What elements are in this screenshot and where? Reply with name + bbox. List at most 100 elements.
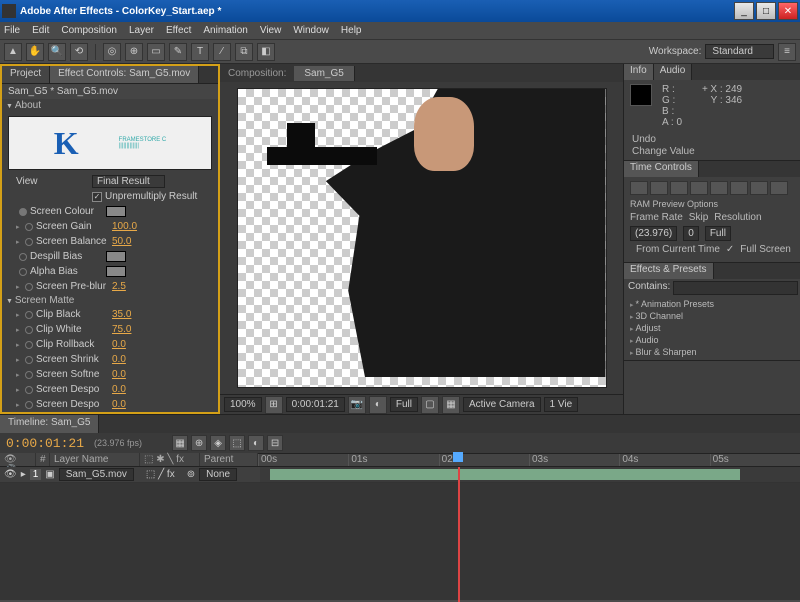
tick-00s[interactable]: 00s bbox=[258, 454, 348, 466]
mute-icon[interactable] bbox=[750, 181, 768, 195]
menu-file[interactable]: File bbox=[4, 25, 20, 36]
tick-01s[interactable]: 01s bbox=[348, 454, 438, 466]
screensoftne-value[interactable]: 0.0 bbox=[112, 369, 126, 380]
view-select[interactable]: 1 Vie bbox=[544, 397, 579, 412]
menu-edit[interactable]: Edit bbox=[32, 25, 49, 36]
alphabias-swatch[interactable] bbox=[106, 266, 126, 277]
layer-bar[interactable] bbox=[270, 469, 740, 480]
keyframe-toggle[interactable] bbox=[25, 311, 33, 319]
panel-menu-icon[interactable]: ≡ bbox=[778, 43, 796, 61]
channel-icon[interactable]: ◐ bbox=[369, 396, 387, 414]
keyframe-toggle[interactable] bbox=[19, 268, 27, 276]
screenbalance-value[interactable]: 50.0 bbox=[112, 236, 131, 247]
rotate-tool-icon[interactable]: ⟲ bbox=[70, 43, 88, 61]
tl-icon-3[interactable]: ◈ bbox=[210, 435, 226, 451]
current-time-indicator[interactable] bbox=[458, 467, 460, 602]
viewport[interactable] bbox=[220, 82, 623, 394]
tab-time-controls[interactable]: Time Controls bbox=[624, 161, 699, 177]
menu-layer[interactable]: Layer bbox=[129, 25, 154, 36]
menu-effect[interactable]: Effect bbox=[166, 25, 191, 36]
close-button[interactable]: ✕ bbox=[778, 2, 798, 20]
prop-view-select[interactable]: Final Result bbox=[92, 175, 165, 188]
ep-item-adjust[interactable]: Adjust bbox=[628, 322, 796, 334]
tl-icon-4[interactable]: ⬚ bbox=[229, 435, 245, 451]
tab-effects-presets[interactable]: Effects & Presets bbox=[624, 263, 714, 279]
menu-composition[interactable]: Composition bbox=[61, 25, 117, 36]
keyframe-toggle[interactable] bbox=[25, 341, 33, 349]
pen-tool-icon[interactable]: ✎ bbox=[169, 43, 187, 61]
group-screenmatte[interactable]: Screen Matte bbox=[2, 294, 218, 307]
loop-icon[interactable] bbox=[730, 181, 748, 195]
minimize-button[interactable]: _ bbox=[734, 2, 754, 20]
tab-audio[interactable]: Audio bbox=[654, 64, 693, 80]
clipblack-value[interactable]: 35.0 bbox=[112, 309, 131, 320]
first-frame-icon[interactable] bbox=[630, 181, 648, 195]
panbehind-tool-icon[interactable]: ⊕ bbox=[125, 43, 143, 61]
prev-frame-icon[interactable] bbox=[650, 181, 668, 195]
tab-project[interactable]: Project bbox=[2, 66, 50, 83]
menu-window[interactable]: Window bbox=[293, 25, 329, 36]
maximize-button[interactable]: □ bbox=[756, 2, 776, 20]
screendespo1-value[interactable]: 0.0 bbox=[112, 384, 126, 395]
timecode-display[interactable]: 0:00:01:21 bbox=[286, 397, 345, 412]
preblur-value[interactable]: 2.5 bbox=[112, 281, 126, 292]
framerate-field[interactable]: (23.976) bbox=[630, 226, 677, 241]
tl-icon-2[interactable]: ⊕ bbox=[191, 435, 207, 451]
zoom-select[interactable]: 100% bbox=[224, 397, 262, 412]
play-icon[interactable] bbox=[670, 181, 688, 195]
keyframe-toggle[interactable] bbox=[19, 253, 27, 261]
ep-item-animation-presets[interactable]: * Animation Presets bbox=[628, 298, 796, 310]
tab-effect-controls[interactable]: Effect Controls: Sam_G5.mov bbox=[50, 66, 199, 83]
keyframe-toggle[interactable] bbox=[25, 371, 33, 379]
keyframe-toggle[interactable] bbox=[25, 356, 33, 364]
mask-tool-icon[interactable]: ▭ bbox=[147, 43, 165, 61]
fullscreen-checkbox[interactable]: ✓ bbox=[726, 244, 734, 255]
effects-search-input[interactable] bbox=[673, 281, 798, 295]
type-tool-icon[interactable]: T bbox=[191, 43, 209, 61]
camera-select[interactable]: Active Camera bbox=[463, 397, 541, 412]
keyframe-toggle[interactable] bbox=[25, 223, 33, 231]
resolution-select[interactable]: Full bbox=[390, 397, 418, 412]
parent-select[interactable]: None bbox=[199, 468, 237, 481]
keyframe-toggle[interactable] bbox=[25, 326, 33, 334]
screencolour-swatch[interactable] bbox=[106, 206, 126, 217]
last-frame-icon[interactable] bbox=[710, 181, 728, 195]
screenshrink-value[interactable]: 0.0 bbox=[112, 354, 126, 365]
ram-preview-icon[interactable] bbox=[770, 181, 788, 195]
keyframe-toggle[interactable] bbox=[19, 208, 27, 216]
transparency-icon[interactable]: ▦ bbox=[442, 396, 460, 414]
ep-item-blur[interactable]: Blur & Sharpen bbox=[628, 346, 796, 358]
unpremultiply-checkbox[interactable]: ✓ bbox=[92, 192, 102, 202]
grid-icon[interactable]: ⊞ bbox=[265, 396, 283, 414]
menu-animation[interactable]: Animation bbox=[203, 25, 247, 36]
tab-info[interactable]: Info bbox=[624, 64, 654, 80]
table-row[interactable]: 👁▸ 1 ▣ Sam_G5.mov ⬚ ╱ fx ⊚ None bbox=[0, 467, 800, 483]
next-frame-icon[interactable] bbox=[690, 181, 708, 195]
tick-04s[interactable]: 04s bbox=[619, 454, 709, 466]
skip-field[interactable]: 0 bbox=[683, 226, 699, 241]
snapshot-icon[interactable]: 📷 bbox=[348, 396, 366, 414]
camera-tool-icon[interactable]: ◎ bbox=[103, 43, 121, 61]
keyframe-toggle[interactable] bbox=[25, 238, 33, 246]
keyframe-toggle[interactable] bbox=[25, 386, 33, 394]
tick-03s[interactable]: 03s bbox=[529, 454, 619, 466]
tab-composition[interactable]: Sam_G5 bbox=[294, 66, 354, 81]
tick-05s[interactable]: 05s bbox=[710, 454, 800, 466]
keyframe-toggle[interactable] bbox=[25, 401, 33, 409]
roi-icon[interactable]: ▢ bbox=[421, 396, 439, 414]
tl-icon-6[interactable]: ⊟ bbox=[267, 435, 283, 451]
timeline-timecode[interactable]: 0:00:01:21 bbox=[6, 436, 84, 451]
tl-icon-5[interactable]: ◐ bbox=[248, 435, 264, 451]
menu-help[interactable]: Help bbox=[341, 25, 362, 36]
eraser-tool-icon[interactable]: ◧ bbox=[257, 43, 275, 61]
hand-tool-icon[interactable]: ✋ bbox=[26, 43, 44, 61]
resolution-field[interactable]: Full bbox=[705, 226, 731, 241]
cliprollback-value[interactable]: 0.0 bbox=[112, 339, 126, 350]
clone-tool-icon[interactable]: ⧉ bbox=[235, 43, 253, 61]
keyframe-toggle[interactable] bbox=[25, 283, 33, 291]
ep-item-3d-channel[interactable]: 3D Channel bbox=[628, 310, 796, 322]
despill-swatch[interactable] bbox=[106, 251, 126, 262]
layer-name[interactable]: Sam_G5.mov bbox=[59, 468, 134, 481]
zoom-tool-icon[interactable]: 🔍 bbox=[48, 43, 66, 61]
clipwhite-value[interactable]: 75.0 bbox=[112, 324, 131, 335]
